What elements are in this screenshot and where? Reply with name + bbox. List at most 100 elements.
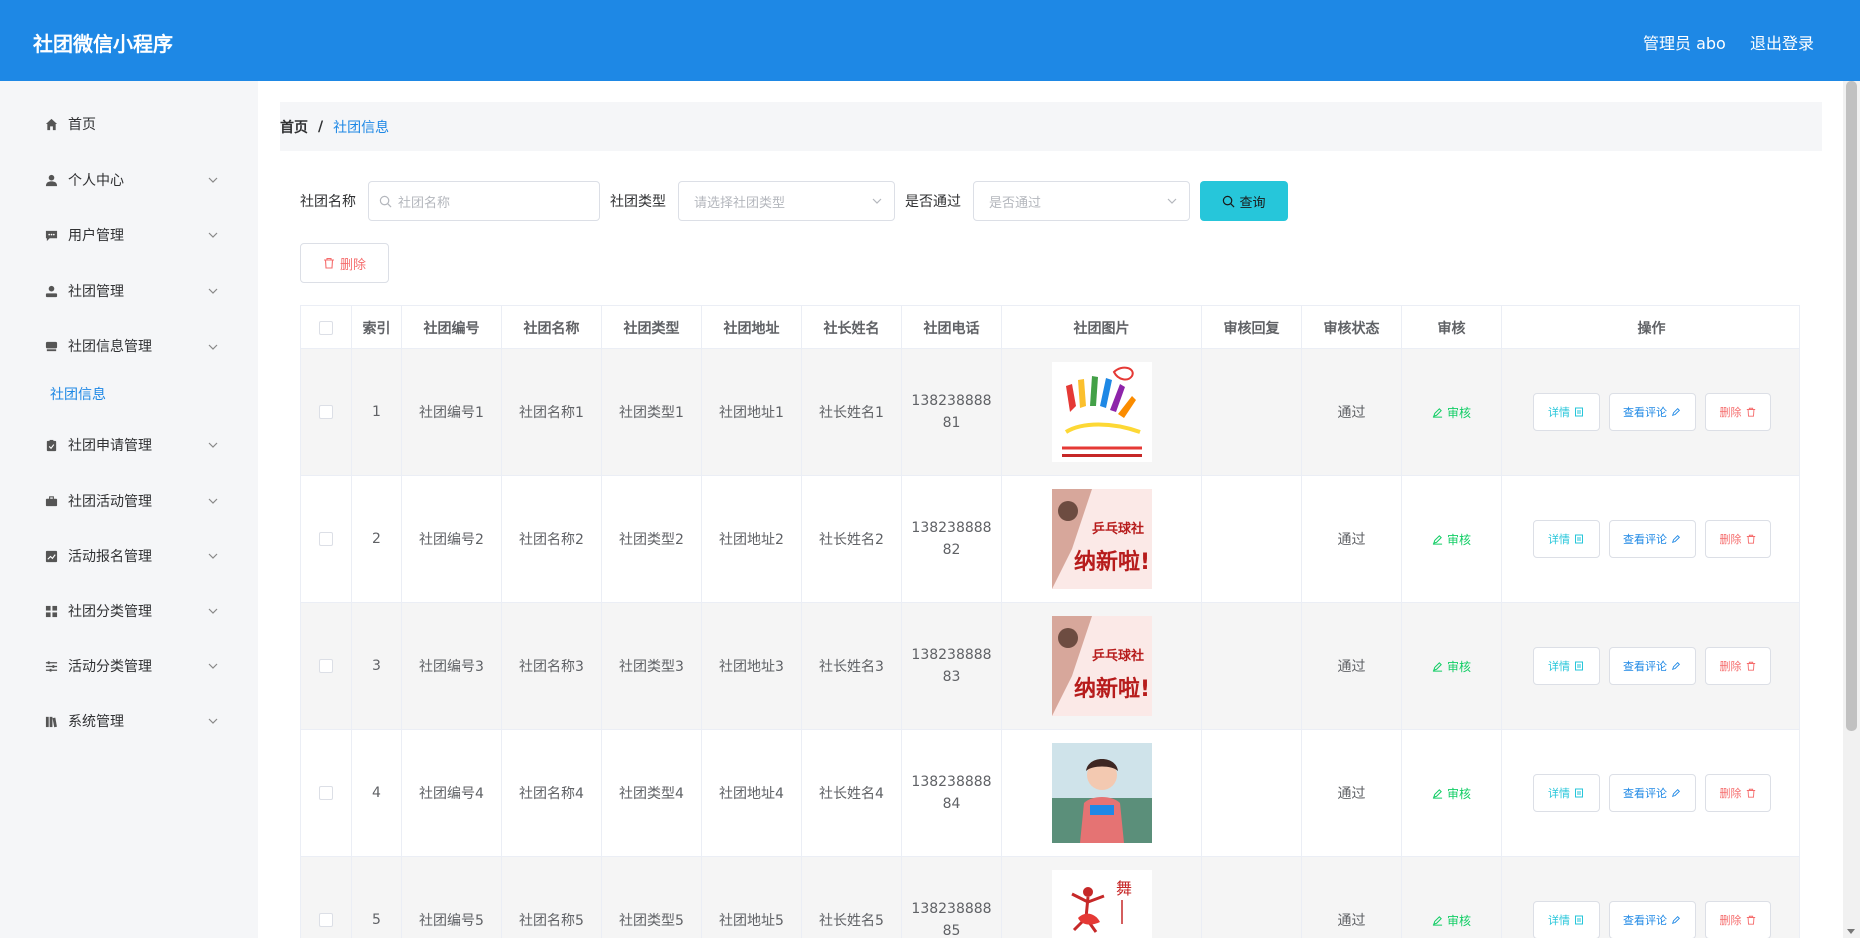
svg-text:乒乓球社: 乒乓球社 [1091,648,1143,664]
cell-status: 通过 [1302,730,1402,856]
sidebar-item-club-activity-management[interactable]: 社团活动管理 [0,481,258,521]
detail-button[interactable]: 详情 [1532,393,1600,431]
cell-phone: 138238888 83 [902,603,1002,729]
sidebar-item-activity-category-management[interactable]: 活动分类管理 [0,646,258,686]
sidebar-item-activity-signup-management[interactable]: 活动报名管理 [0,536,258,576]
phone-part: 138238888 [911,774,992,790]
sidebar-item-label: 个人中心 [68,173,124,189]
cell-name: 社团名称5 [502,857,602,938]
edit-icon [1432,788,1443,799]
chevron-down-icon [208,288,218,294]
row-delete-button[interactable]: 删除 [1704,774,1771,812]
audit-link[interactable]: 审核 [1432,531,1471,548]
sidebar-item-label: 社团管理 [68,284,124,300]
batch-delete-button[interactable]: 删除 [300,243,389,283]
detail-button[interactable]: 详情 [1532,647,1600,685]
row-checkbox[interactable] [319,786,333,800]
page-scrollbar[interactable] [1843,81,1860,938]
phone-part: 138238888 [911,647,992,663]
row-delete-button[interactable]: 删除 [1704,901,1771,938]
cell-code: 社团编号3 [402,603,502,729]
cell-image [1002,349,1202,475]
row-checkbox[interactable] [319,913,333,927]
row-checkbox[interactable] [319,405,333,419]
sidebar-subitem-club-info[interactable]: 社团信息 [50,384,106,404]
club-type-select[interactable]: 请选择社团类型 [678,181,895,221]
document-icon [1575,788,1583,798]
cell-status: 通过 [1302,857,1402,938]
sidebar-item-label: 系统管理 [68,714,124,730]
row-checkbox[interactable] [319,532,333,546]
select-all-checkbox[interactable] [319,320,333,335]
chevron-down-icon [208,498,218,504]
club-name-input[interactable]: 社团名称 [368,181,600,221]
audit-link[interactable]: 审核 [1432,658,1471,675]
table-row: 3 社团编号3 社团名称3 社团类型3 社团地址3 社长姓名3 13823888… [301,603,1799,730]
sidebar-item-user-management[interactable]: 用户管理 [0,215,258,255]
pass-select[interactable]: 是否通过 [973,181,1190,221]
pass-placeholder: 是否通过 [989,195,1042,211]
col-select [301,306,352,349]
sidebar-item-club-apply-management[interactable]: 社团申请管理 [0,425,258,465]
row-delete-button[interactable]: 删除 [1704,393,1771,431]
edit-icon [1671,916,1680,925]
col-audit: 审核 [1402,306,1502,349]
detail-button[interactable]: 详情 [1532,520,1600,558]
detail-button[interactable]: 详情 [1532,901,1600,938]
col-name: 社团名称 [502,306,602,349]
cell-status: 通过 [1302,476,1402,602]
document-icon [1575,534,1583,544]
sidebar-item-home[interactable]: 首页 [0,104,258,144]
row-delete-button[interactable]: 删除 [1704,647,1771,685]
row-select [301,476,352,602]
scrollbar-thumb[interactable] [1846,81,1857,731]
sidebar-item-personal-center[interactable]: 个人中心 [0,160,258,200]
edit-icon [1671,535,1680,544]
sidebar-item-system-management[interactable]: 系统管理 [0,701,258,741]
chevron-down-icon [208,718,218,724]
grid-icon [44,604,58,618]
search-icon [1223,195,1235,207]
audit-link[interactable]: 审核 [1432,785,1471,802]
scroll-down-arrow-icon[interactable] [1847,929,1855,934]
logout-button[interactable]: 退出登录 [1750,30,1814,54]
trash-icon [323,257,334,269]
document-icon [1575,661,1583,671]
view-comments-button[interactable]: 查看评论 [1608,647,1696,685]
comment-label: 查看评论 [1623,533,1667,546]
view-comments-button[interactable]: 查看评论 [1608,393,1696,431]
cell-address: 社团地址1 [702,349,802,475]
comment-label: 查看评论 [1623,787,1667,800]
breadcrumb-home[interactable]: 首页 [280,117,308,137]
cell-status: 通过 [1302,603,1402,729]
view-comments-button[interactable]: 查看评论 [1608,901,1696,938]
chart-icon [44,549,58,563]
cell-image [1002,730,1202,856]
cell-code: 社团编号2 [402,476,502,602]
cell-reply [1202,857,1302,938]
club-table: 索引 社团编号 社团名称 社团类型 社团地址 社长姓名 社团电话 社团图片 审核… [300,305,1800,938]
cell-index: 5 [352,857,402,938]
audit-label: 审核 [1446,405,1471,420]
phone-part: 85 [942,923,961,938]
view-comments-button[interactable]: 查看评论 [1608,520,1696,558]
cell-phone: 138238888 85 [902,857,1002,938]
audit-link[interactable]: 审核 [1432,404,1471,421]
row-select [301,730,352,856]
sidebar-item-club-management[interactable]: 社团管理 [0,271,258,311]
sidebar-item-club-info-management[interactable]: 社团信息管理 [0,326,258,366]
detail-button[interactable]: 详情 [1532,774,1600,812]
cell-code: 社团编号1 [402,349,502,475]
row-delete-button[interactable]: 删除 [1704,520,1771,558]
row-checkbox[interactable] [319,659,333,673]
cell-audit: 审核 [1402,603,1502,729]
svg-text:纳新啦!: 纳新啦! [1073,549,1149,575]
query-button[interactable]: 查询 [1200,181,1288,221]
view-comments-button[interactable]: 查看评论 [1608,774,1696,812]
row-select [301,349,352,475]
sidebar-item-club-category-management[interactable]: 社团分类管理 [0,591,258,631]
sidebar: 首页 个人中心 用户管理 社团管理 社团信息管理 社团信息 社团申请管理 社团活… [0,81,258,938]
audit-link[interactable]: 审核 [1432,912,1471,929]
cell-index: 3 [352,603,402,729]
svg-text:舞: 舞 [1116,879,1132,898]
